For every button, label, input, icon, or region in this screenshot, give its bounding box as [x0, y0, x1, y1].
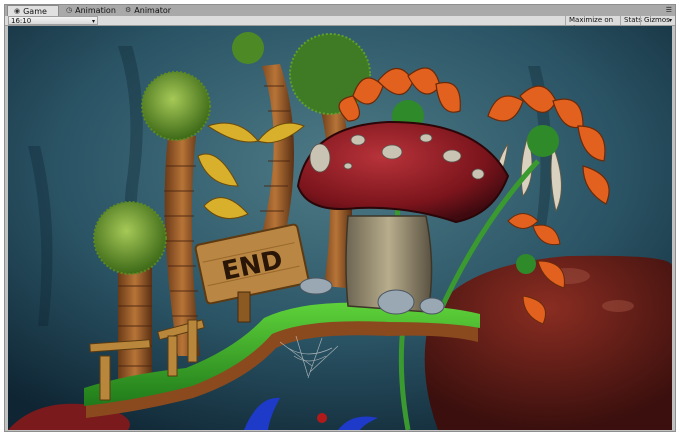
gizmos-label: Gizmos	[644, 16, 670, 24]
tab-animator-label: Animator	[134, 6, 172, 15]
chevron-down-icon: ▾	[91, 18, 95, 25]
animator-icon: ⚙	[125, 6, 132, 14]
fuzzy-bulb-back	[289, 33, 371, 115]
gizmos-dropdown[interactable]: Gizmos ▾	[640, 16, 674, 25]
aspect-dropdown[interactable]: 16:10 ▾	[8, 16, 98, 25]
window-menu-icon[interactable]: ☰	[666, 5, 672, 15]
stats-button[interactable]: Stats	[620, 16, 642, 25]
tab-animation[interactable]: ◷ Animation	[60, 5, 118, 16]
tab-animation-label: Animation	[75, 6, 116, 15]
game-toolbar: 16:10 ▾ Maximize on Play Stats Gizmos ▾	[5, 16, 675, 33]
tab-bar: ◉ Game ◷ Animation ⚙ Animator ☰	[5, 5, 675, 17]
game-viewport[interactable]: END	[8, 26, 672, 430]
fuzzy-bulb-top	[141, 71, 211, 141]
small-bulb	[232, 32, 264, 64]
aspect-value: 16:10	[11, 17, 32, 25]
fuzzy-bulb-left	[93, 201, 167, 275]
game-window: ◉ Game ◷ Animation ⚙ Animator ☰ 16:10 ▾ …	[4, 4, 676, 432]
scene-canvas: END	[8, 26, 672, 430]
tab-animator[interactable]: ⚙ Animator	[119, 5, 175, 16]
clock-icon: ◷	[66, 6, 73, 14]
maximize-on-play-button[interactable]: Maximize on Play	[565, 16, 620, 33]
chevron-down-icon: ▾	[668, 17, 672, 24]
